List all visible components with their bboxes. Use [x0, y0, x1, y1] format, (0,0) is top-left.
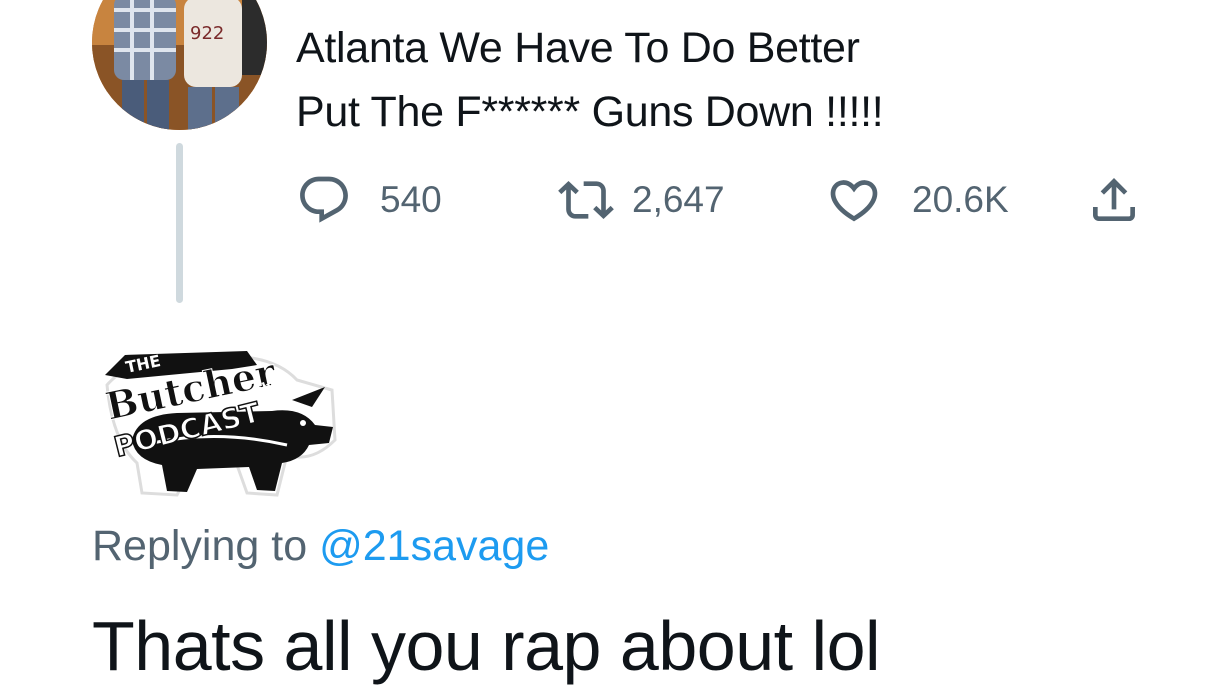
replying-to-handle-link[interactable]: @21savage [319, 522, 549, 570]
retweet-count: 2,647 [632, 179, 725, 220]
tweet-action-bar: 540 2,647 20.6K [296, 170, 1156, 230]
retweet-icon [558, 172, 614, 228]
butcher-shop-podcast-logo[interactable]: THE Butcher shop PODCAST [97, 345, 342, 500]
retweet-button[interactable]: 2,647 [558, 170, 725, 230]
reply-tweet-text: Thats all you rap about lol [92, 607, 881, 685]
original-tweet-avatar[interactable]: 922 [92, 0, 267, 130]
avatar-jersey-number: 922 [190, 23, 224, 44]
replying-to-line: Replying to @21savage [92, 522, 549, 571]
user-avatar-photo-icon: 922 [92, 0, 267, 130]
reply-button[interactable]: 540 [296, 170, 442, 230]
tweet-text-line-2: Put The F****** Guns Down !!!!! [296, 88, 884, 136]
original-tweet-text: Atlanta We Have To Do Better Put The F**… [296, 16, 884, 144]
tweet-screenshot: 922 Atlanta We Have To Do Better Put The… [0, 0, 1230, 691]
share-icon [1086, 172, 1142, 228]
like-button[interactable]: 20.6K [826, 170, 1009, 230]
replying-to-label: Replying to [92, 522, 308, 570]
reply-icon [296, 172, 352, 228]
share-button[interactable] [1086, 170, 1142, 230]
tweet-text-line-1: Atlanta We Have To Do Better [296, 24, 860, 72]
thread-connector-line [176, 143, 183, 303]
heart-icon [826, 172, 882, 228]
reply-count: 540 [380, 179, 442, 220]
like-count: 20.6K [912, 179, 1009, 220]
pig-logo-icon: THE Butcher shop PODCAST [101, 348, 337, 497]
